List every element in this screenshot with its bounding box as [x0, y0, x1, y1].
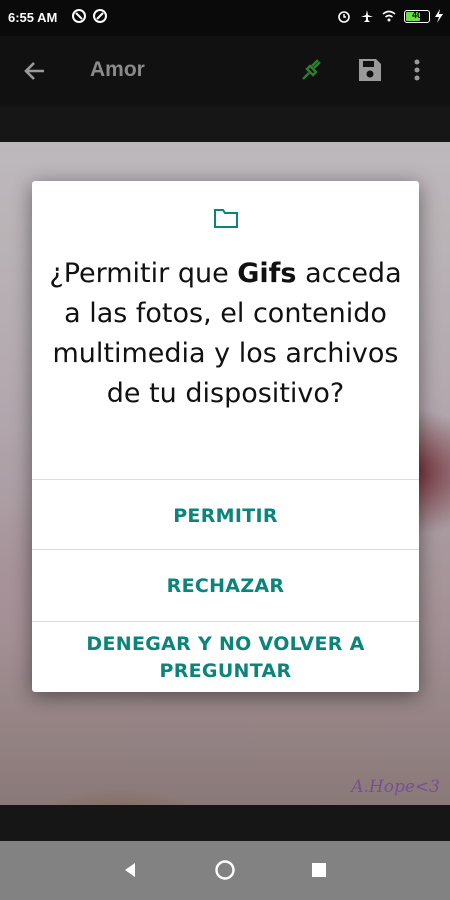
- notification-icon: [93, 9, 107, 23]
- system-nav-bar: [0, 841, 450, 900]
- home-icon[interactable]: [214, 859, 236, 881]
- save-icon[interactable]: [355, 55, 385, 85]
- back-icon[interactable]: [119, 859, 141, 881]
- permission-message: ¿Permitir que Gifs acceda a las fotos, e…: [42, 254, 409, 414]
- deny-dont-ask-button[interactable]: DENEGAR Y NO VOLVER A PREGUNTAR: [32, 631, 419, 685]
- allow-button[interactable]: PERMITIR: [32, 505, 419, 527]
- recents-icon[interactable]: [308, 859, 330, 881]
- battery-icon: 40: [404, 10, 430, 23]
- wifi-icon: [382, 10, 396, 22]
- message-prefix: ¿Permitir que: [49, 258, 238, 289]
- deny-button[interactable]: RECHAZAR: [32, 575, 419, 597]
- app-name: Gifs: [237, 258, 297, 289]
- wallpaper-icon[interactable]: [297, 55, 327, 85]
- status-bar: 6:55 AM 40: [0, 0, 450, 36]
- more-vert-icon[interactable]: [410, 55, 424, 85]
- alarm-icon: [338, 11, 350, 23]
- divider: [32, 479, 419, 480]
- back-arrow-icon[interactable]: [20, 56, 50, 86]
- battery-percent: 40: [411, 10, 422, 20]
- airplane-icon: [361, 10, 373, 22]
- permission-dialog: ¿Permitir que Gifs acceda a las fotos, e…: [32, 181, 419, 692]
- app-bar: Amor: [0, 36, 450, 106]
- page-title: Amor: [90, 58, 145, 81]
- charging-icon: [435, 9, 443, 23]
- folder-icon: [214, 209, 238, 228]
- status-time: 6:55 AM: [8, 10, 58, 25]
- divider: [32, 621, 419, 622]
- divider: [32, 549, 419, 550]
- notification-icon: [72, 9, 86, 23]
